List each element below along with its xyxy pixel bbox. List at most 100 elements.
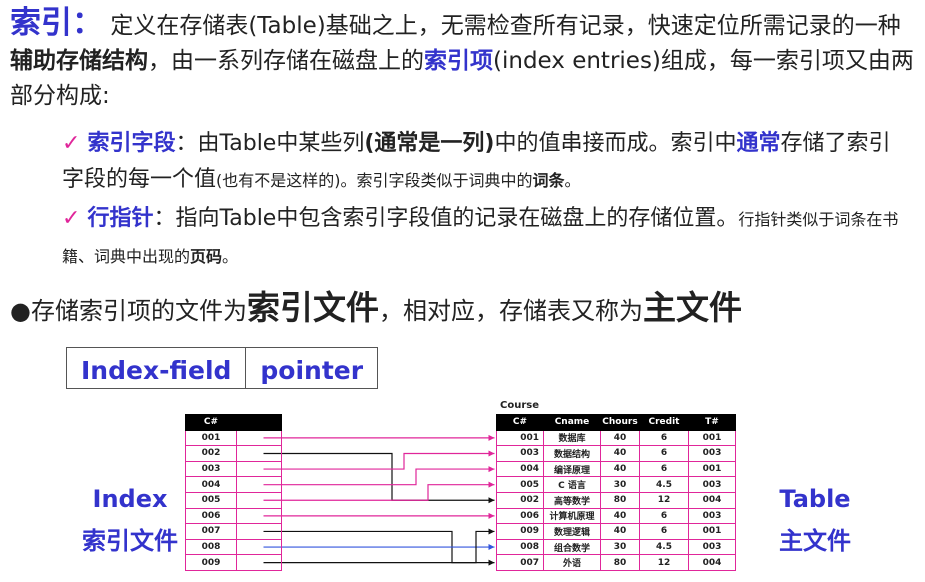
course-cell: 001 [688, 429, 736, 447]
index-row: 003 [185, 460, 282, 478]
course-row: 005 C 语言 30 4.5 003 [496, 476, 736, 493]
course-table: C# Cname Chours Credit T# 001 数据库 40 6 001 003 数据结… [496, 414, 736, 571]
course-header-cell: C# [496, 414, 544, 431]
index-label-en: Index [92, 485, 168, 513]
course-cell: 004 [688, 491, 736, 509]
course-cell: 4.5 [639, 476, 689, 493]
course-rows: 001 数据库 40 6 001 003 数据结构 40 6 003 004 编译原理 40 6 001 00… [496, 429, 736, 571]
index-table: C# 001 002 003 004 005 006 007 008 009 [185, 414, 282, 571]
pointer-link [263, 468, 495, 486]
index-header-key: C# [185, 414, 237, 431]
course-row: 007 外语 80 12 004 [496, 554, 736, 571]
index-key-cell: 009 [185, 554, 237, 571]
index-row: 001 [185, 429, 282, 447]
course-cell: 40 [600, 523, 640, 540]
course-cell: 004 [496, 460, 544, 478]
course-cell: 40 [600, 507, 640, 525]
index-row: 007 [185, 523, 282, 540]
course-table-title: Course [500, 400, 539, 411]
course-header-cell: Credit [639, 414, 689, 431]
index-pointer-cell [236, 476, 282, 493]
course-cell: 002 [496, 491, 544, 509]
index-pointer-cell [236, 460, 282, 478]
index-label-zh: 索引文件 [82, 527, 178, 555]
index-key-cell: 003 [185, 460, 237, 478]
arrowhead-icon [488, 481, 495, 488]
index-row: 002 [185, 445, 282, 462]
index-pointer-cell [236, 491, 282, 509]
course-cell: 6 [639, 507, 689, 525]
index-key-cell: 008 [185, 538, 237, 556]
index-key-cell: 004 [185, 476, 237, 493]
arrowhead-icon [488, 512, 495, 519]
course-cell: 6 [639, 445, 689, 462]
course-header-cell: T# [688, 414, 736, 431]
course-cell: 6 [639, 429, 689, 447]
index-header-pointer [236, 414, 282, 431]
course-cell: 编译原理 [543, 460, 601, 478]
course-cell: 40 [600, 460, 640, 478]
course-cell: 003 [496, 445, 544, 462]
course-row: 006 计算机原理 40 6 003 [496, 507, 736, 525]
index-key-cell: 005 [185, 491, 237, 509]
index-key-cell: 002 [185, 445, 237, 462]
table-label-zh: 主文件 [779, 527, 851, 555]
course-header-cell: Chours [600, 414, 640, 431]
course-cell: 004 [688, 554, 736, 571]
table-label: Table 主文件 [760, 478, 870, 562]
index-pointer-cell [236, 445, 282, 462]
index-rows: 001 002 003 004 005 006 007 008 009 [185, 429, 282, 571]
index-row: 006 [185, 507, 282, 525]
course-cell: 30 [600, 538, 640, 556]
index-row: 009 [185, 554, 282, 571]
index-key-cell: 007 [185, 523, 237, 540]
course-cell: 003 [688, 507, 736, 525]
table-label-en: Table [779, 485, 851, 513]
course-cell: 计算机原理 [543, 507, 601, 525]
pointer-link [263, 452, 495, 470]
index-row: 004 [185, 476, 282, 493]
course-cell: 003 [688, 445, 736, 462]
course-cell: 006 [496, 507, 544, 525]
course-cell: 009 [496, 523, 544, 540]
course-cell: 008 [496, 538, 544, 556]
course-cell: 003 [688, 538, 736, 556]
course-cell: 数理逻辑 [543, 523, 601, 540]
course-cell: 001 [688, 460, 736, 478]
index-row: 008 [185, 538, 282, 556]
index-pointer-cell [236, 429, 282, 447]
arrowhead-icon [488, 434, 495, 441]
index-pointer-cell [236, 523, 282, 540]
course-cell: 001 [688, 523, 736, 540]
course-row: 008 组合数学 30 4.5 003 [496, 538, 736, 556]
index-key-cell: 001 [185, 429, 237, 447]
course-cell: 6 [639, 460, 689, 478]
index-key-cell: 006 [185, 507, 237, 525]
course-cell: 80 [600, 491, 640, 509]
arrowhead-icon [488, 497, 495, 504]
course-header-cell: Cname [543, 414, 601, 431]
arrowhead-icon [488, 559, 495, 566]
course-cell: 12 [639, 491, 689, 509]
pointer-link [263, 484, 495, 501]
course-cell: 数据库 [543, 429, 601, 447]
index-pointer-cell [236, 554, 282, 571]
index-label: Index 索引文件 [70, 478, 190, 562]
course-cell: C 语言 [543, 476, 601, 493]
arrowhead-icon [488, 450, 495, 457]
course-cell: 001 [496, 429, 544, 447]
course-cell: 4.5 [639, 538, 689, 556]
course-cell: 30 [600, 476, 640, 493]
course-row: 002 高等数学 80 12 004 [496, 491, 736, 509]
arrowhead-icon [488, 466, 495, 473]
pointer-link [263, 452, 495, 501]
course-row: 003 数据结构 40 6 003 [496, 445, 736, 462]
index-row: 005 [185, 491, 282, 509]
course-cell: 40 [600, 429, 640, 447]
course-header-row: C# Cname Chours Credit T# [496, 414, 736, 431]
course-cell: 40 [600, 445, 640, 462]
course-cell: 005 [496, 476, 544, 493]
course-cell: 组合数学 [543, 538, 601, 556]
course-row: 004 编译原理 40 6 001 [496, 460, 736, 478]
index-pointer-cell [236, 538, 282, 556]
